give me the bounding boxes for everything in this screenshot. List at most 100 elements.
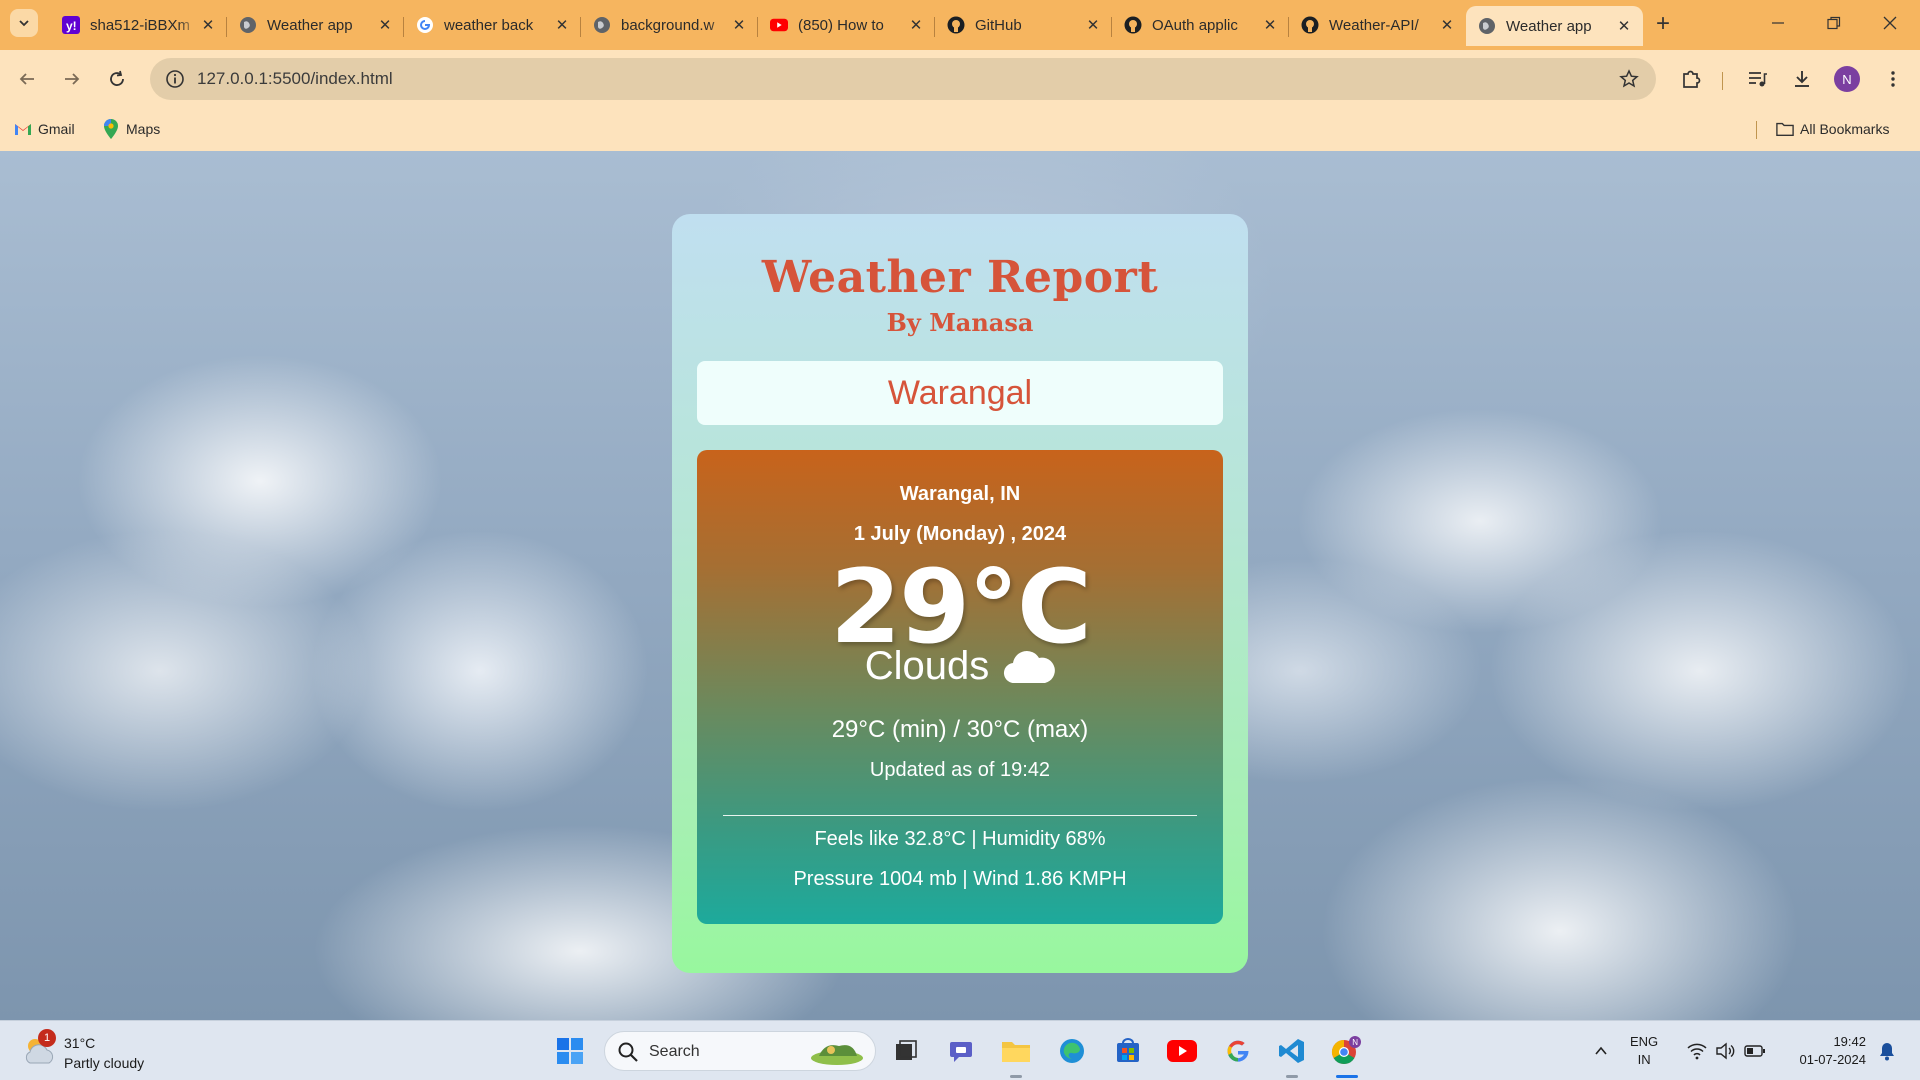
divider (723, 815, 1197, 816)
store-icon (1117, 1038, 1139, 1062)
tab-4[interactable]: (850) How to ✕ (758, 6, 935, 44)
volume-status[interactable] (1712, 1039, 1738, 1063)
vscode-icon (1279, 1039, 1304, 1063)
wifi-icon (1687, 1043, 1707, 1060)
media-controls-button[interactable] (1742, 64, 1772, 94)
location-text: Warangal, IN (899, 483, 1021, 505)
browser-menu-button[interactable] (1878, 64, 1908, 94)
bookmarks-bar: Gmail Maps All Bookmarks (0, 108, 1920, 151)
url-text[interactable]: 127.0.0.1:5500/index.html (197, 69, 393, 89)
close-icon[interactable]: ✕ (1615, 17, 1633, 35)
toolbar-divider (1722, 72, 1723, 90)
store-app[interactable] (1110, 1033, 1146, 1069)
tab-5[interactable]: GitHub ✕ (935, 6, 1112, 44)
minimize-icon (1772, 22, 1784, 24)
reload-button[interactable] (102, 64, 132, 94)
back-button[interactable] (12, 64, 42, 94)
city-search-input[interactable] (697, 361, 1223, 425)
close-icon[interactable]: ✕ (1261, 16, 1279, 34)
globe-icon (239, 16, 257, 34)
chevron-down-icon (19, 20, 29, 27)
weather-widget[interactable]: 1 31°C Partly cloudy (22, 1029, 172, 1073)
tab-title: GitHub (975, 16, 1022, 34)
bookmark-maps[interactable]: Maps (102, 117, 160, 141)
page-title: Weather Report (761, 252, 1159, 303)
minimize-button[interactable] (1756, 8, 1800, 38)
all-bookmarks-button[interactable]: All Bookmarks (1776, 117, 1889, 141)
google-app[interactable] (1220, 1033, 1256, 1069)
tab-title: Weather app (267, 16, 353, 34)
edge-app[interactable] (1054, 1033, 1090, 1069)
tab-8-active[interactable]: Weather app ✕ (1466, 6, 1643, 46)
bookmark-star-icon[interactable] (1614, 64, 1644, 94)
close-icon[interactable]: ✕ (553, 16, 571, 34)
site-info-icon[interactable] (160, 64, 190, 94)
weather-temp: 31°C (64, 1035, 96, 1051)
speaker-icon (1716, 1042, 1735, 1060)
reload-icon (110, 70, 124, 86)
chrome-app[interactable]: N (1328, 1033, 1364, 1069)
notifications-button[interactable] (1874, 1039, 1900, 1063)
tab-title: (850) How to (798, 16, 884, 34)
language-code: ENG (1630, 1034, 1659, 1049)
system-clock[interactable]: 19:42 01-07-2024 (1782, 1033, 1867, 1069)
bell-icon (1880, 1043, 1894, 1061)
close-icon[interactable]: ✕ (1438, 16, 1456, 34)
folder-icon (1776, 120, 1794, 138)
weather-report-panel: Warangal, IN 1 July (Monday) , 2024 29°C… (697, 450, 1223, 924)
language-indicator[interactable]: ENG IN (1630, 1033, 1658, 1069)
teams-app[interactable] (944, 1033, 980, 1069)
maps-icon (102, 119, 120, 139)
taskbar-search[interactable]: Search (604, 1031, 876, 1071)
arrow-left-icon (19, 73, 34, 85)
taskview-button[interactable] (888, 1033, 924, 1069)
weather-card: Weather Report By Manasa Warangal, IN 1 … (672, 214, 1248, 973)
running-indicator (1286, 1075, 1298, 1078)
vscode-app[interactable] (1274, 1033, 1310, 1069)
battery-status[interactable] (1742, 1039, 1768, 1063)
task-view-icon (896, 1040, 917, 1060)
windows-icon (557, 1038, 583, 1064)
forward-button[interactable] (57, 64, 87, 94)
google-icon (416, 16, 434, 34)
downloads-button[interactable] (1787, 64, 1817, 94)
tab-0[interactable]: y! sha512-iBBXm ✕ (50, 6, 227, 44)
tab-2[interactable]: weather back ✕ (404, 6, 581, 44)
close-icon[interactable]: ✕ (730, 16, 748, 34)
bookmarks-divider (1756, 121, 1757, 139)
tab-3[interactable]: background.w ✕ (581, 6, 758, 44)
tab-1[interactable]: Weather app ✕ (227, 6, 404, 44)
playlist-icon (1749, 72, 1767, 87)
extensions-button[interactable] (1676, 64, 1706, 94)
tab-title: weather back (444, 16, 534, 34)
youtube-icon (1167, 1040, 1197, 1062)
close-window-button[interactable] (1868, 8, 1912, 38)
wifi-status[interactable] (1684, 1039, 1710, 1063)
tab-search-button[interactable] (10, 9, 38, 37)
restore-icon (1827, 16, 1841, 30)
tab-list: y! sha512-iBBXm ✕ Weather app ✕ weather … (50, 6, 1643, 50)
github-icon (947, 16, 965, 34)
close-icon[interactable]: ✕ (1084, 16, 1102, 34)
tray-overflow-button[interactable] (1588, 1039, 1614, 1063)
tab-title: Weather-API/ (1329, 16, 1419, 34)
start-button[interactable] (552, 1033, 588, 1069)
youtube-app[interactable] (1164, 1033, 1200, 1069)
restore-button[interactable] (1812, 8, 1856, 38)
close-icon[interactable]: ✕ (199, 16, 217, 34)
page-subtitle: By Manasa (886, 308, 1034, 337)
file-explorer-app[interactable] (998, 1033, 1034, 1069)
more-vertical-icon (1891, 71, 1895, 87)
close-icon[interactable]: ✕ (907, 16, 925, 34)
tab-6[interactable]: OAuth applic ✕ (1112, 6, 1289, 44)
search-icon (618, 1042, 638, 1062)
notification-badge: 1 (38, 1029, 56, 1047)
profile-avatar[interactable]: N (1834, 66, 1860, 92)
close-icon[interactable]: ✕ (376, 16, 394, 34)
address-bar[interactable]: 127.0.0.1:5500/index.html (150, 58, 1656, 100)
tab-7[interactable]: Weather-API/ ✕ (1289, 6, 1466, 44)
bookmark-gmail[interactable]: Gmail (14, 117, 75, 141)
arrow-right-icon (65, 73, 80, 85)
new-tab-button[interactable]: + (1650, 12, 1676, 38)
tab-title: OAuth applic (1152, 16, 1238, 34)
